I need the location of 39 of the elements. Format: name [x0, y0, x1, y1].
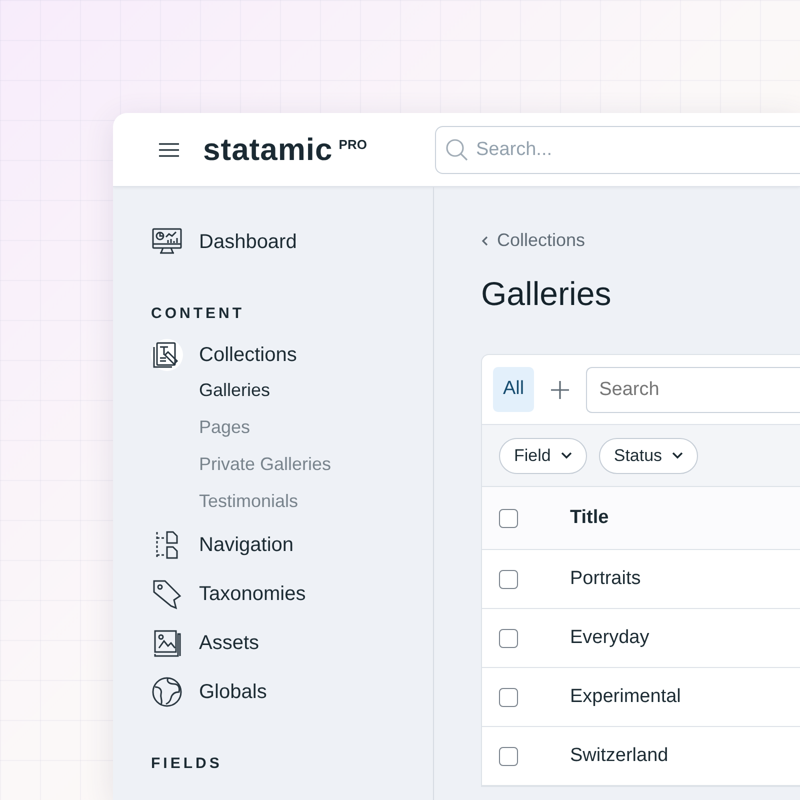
section-heading: CONTENT — [151, 304, 246, 324]
monitor-icon — [151, 227, 183, 257]
sidebar-item[interactable]: Collections — [151, 338, 433, 372]
sidebar-item[interactable]: Dashboard — [151, 225, 433, 259]
chevron-left-icon — [481, 234, 489, 246]
column-header[interactable]: Title — [570, 504, 609, 532]
search-field[interactable]: Search... — [434, 126, 800, 174]
sitemap-icon — [154, 530, 180, 560]
checkbox[interactable] — [499, 746, 518, 766]
view-tab[interactable]: All — [493, 367, 534, 412]
sidebar-item[interactable]: Taxonomies — [151, 576, 433, 610]
menu-icon[interactable] — [159, 142, 179, 156]
sidebar-item[interactable]: Globals — [151, 674, 433, 708]
logo[interactable]: statamic — [203, 134, 333, 165]
table-cell-text: Switzerland — [570, 744, 668, 768]
globe-icon — [151, 676, 183, 708]
checkbox[interactable] — [499, 508, 518, 528]
search-icon — [444, 138, 469, 162]
table-cell-text: Everyday — [570, 626, 650, 650]
sidebar-item[interactable]: Assets — [151, 626, 433, 660]
table-cell-text: Experimental — [570, 684, 681, 709]
table-cell-text: Portraits — [570, 566, 641, 591]
checkbox[interactable] — [499, 570, 518, 588]
image-stack-icon — [152, 628, 182, 658]
filter-button[interactable]: Field — [499, 438, 587, 474]
sidebar-subitem[interactable]: Galleries — [199, 372, 433, 408]
chevron-down-icon — [560, 452, 572, 459]
filter-button[interactable]: Status — [598, 438, 698, 474]
chevron-down-icon — [672, 452, 684, 459]
breadcrumb-link[interactable]: Collections — [481, 227, 586, 254]
checkbox[interactable] — [499, 688, 518, 706]
tag-icon — [151, 578, 183, 610]
pro-label: PRO — [338, 136, 367, 154]
section-heading: FIELDS — [151, 754, 224, 774]
search-field[interactable]: Search — [586, 366, 800, 412]
page-title: Galleries — [481, 274, 612, 314]
checkbox[interactable] — [499, 628, 518, 648]
sidebar-item[interactable]: Navigation — [151, 528, 433, 562]
plus-icon — [550, 380, 570, 400]
